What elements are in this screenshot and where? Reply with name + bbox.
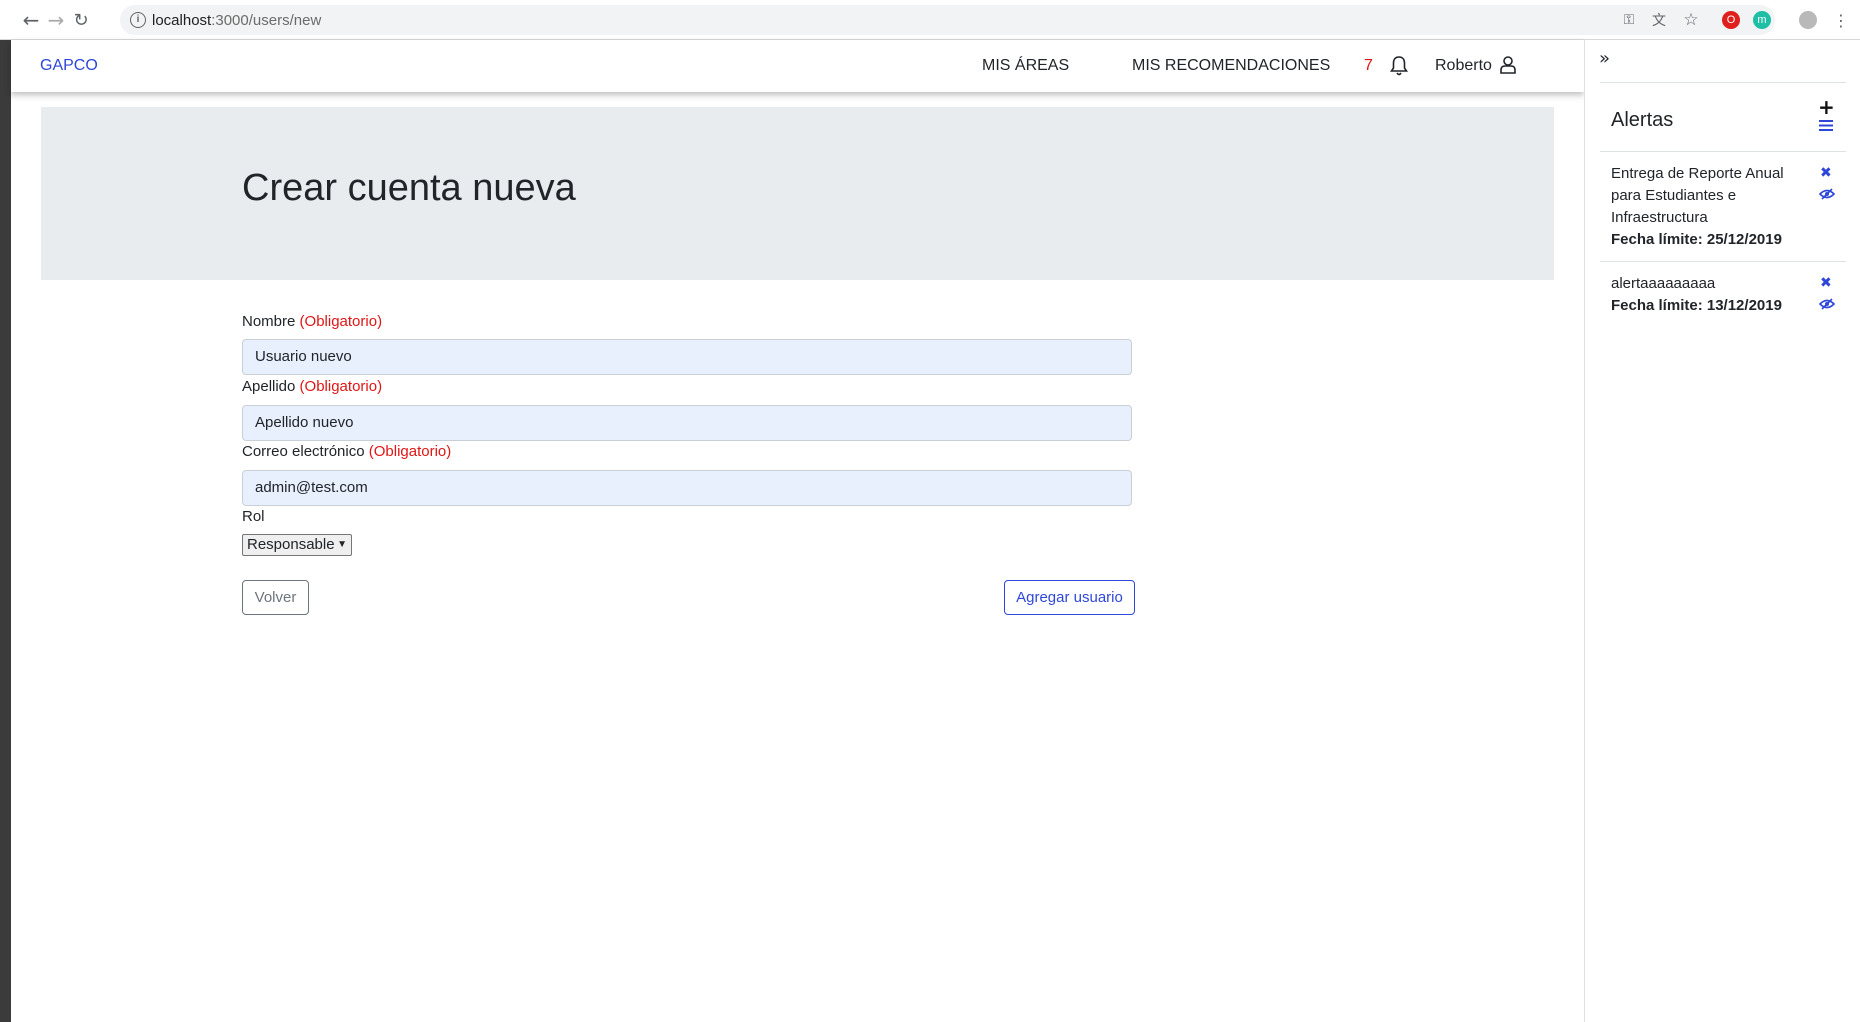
list-icon[interactable] <box>1819 119 1833 132</box>
reload-icon[interactable]: ↻ <box>70 9 92 31</box>
page-title: Crear cuenta nueva <box>242 167 576 209</box>
notification-count[interactable]: 7 <box>1364 57 1373 75</box>
alert-item: alertaaaaaaaaa Fecha límite: 13/12/2019 <box>1611 273 1787 317</box>
alert-text: alertaaaaaaaaa <box>1611 275 1716 292</box>
alert-item: Entrega de Reporte Anual para Estudiante… <box>1611 163 1787 251</box>
address-url[interactable]: localhost:3000/users/new <box>152 12 321 29</box>
add-user-button[interactable]: Agregar usuario <box>1004 580 1135 615</box>
alerts-title: Alertas <box>1611 109 1674 131</box>
user-icon[interactable] <box>1499 55 1517 75</box>
divider <box>1600 82 1846 83</box>
alert-due-date: Fecha límite: 25/12/2019 <box>1611 231 1782 248</box>
nombre-input[interactable]: Usuario nuevo <box>242 339 1132 375</box>
address-bar[interactable]: i localhost:3000/users/new <box>120 5 1775 35</box>
desktop-edge <box>0 0 11 1022</box>
app-navbar: GAPCO MIS ÁREAS MIS RECOMENDACIONES 7 Ro… <box>11 40 1584 92</box>
page-header: Crear cuenta nueva <box>41 107 1554 280</box>
user-menu-link[interactable]: Roberto <box>1435 57 1492 75</box>
browser-toolbar: ← → ↻ i localhost:3000/users/new ⚿ 文 ☆ O… <box>0 0 1860 40</box>
eye-slash-icon[interactable] <box>1819 188 1835 200</box>
nombre-label: Nombre (Obligatorio) <box>242 313 383 330</box>
translate-icon[interactable]: 文 <box>1648 9 1670 31</box>
bell-icon[interactable] <box>1389 55 1409 77</box>
nav-mis-areas[interactable]: MIS ÁREAS <box>982 57 1069 75</box>
brand-link[interactable]: GAPCO <box>40 57 98 75</box>
bookmark-star-icon[interactable]: ☆ <box>1680 9 1702 31</box>
email-input[interactable]: admin@test.com <box>242 470 1132 506</box>
page: ← → ↻ i localhost:3000/users/new ⚿ 文 ☆ O… <box>0 0 1860 1022</box>
dismiss-x-icon[interactable]: ✖ <box>1820 275 1832 291</box>
apellido-label: Apellido (Obligatorio) <box>242 378 383 395</box>
role-select[interactable]: Responsable ▼ <box>242 534 352 556</box>
divider <box>1600 261 1846 262</box>
menu-kebab-icon[interactable]: ⋮ <box>1830 9 1852 31</box>
alert-due-date: Fecha límite: 13/12/2019 <box>1611 297 1782 314</box>
add-alert-plus-icon[interactable]: + <box>1818 95 1835 119</box>
alert-text: Entrega de Reporte Anual para Estudiante… <box>1611 165 1784 226</box>
chevron-down-icon: ▼ <box>337 539 347 550</box>
back-button[interactable]: Volver <box>242 580 309 615</box>
profile-avatar-icon[interactable] <box>1799 11 1817 29</box>
opera-extension-icon[interactable]: O <box>1722 11 1740 29</box>
key-icon[interactable]: ⚿ <box>1618 9 1640 31</box>
info-icon[interactable]: i <box>130 12 146 28</box>
email-label: Correo electrónico (Obligatorio) <box>242 443 452 460</box>
alerts-sidebar: » Alertas + Entrega de Reporte Anual par… <box>1584 40 1860 1022</box>
nav-mis-recomendaciones[interactable]: MIS RECOMENDACIONES <box>1132 57 1330 75</box>
eye-slash-icon[interactable] <box>1819 298 1835 310</box>
apellido-input[interactable]: Apellido nuevo <box>242 405 1132 441</box>
collapse-double-chevron-icon[interactable]: » <box>1599 48 1610 69</box>
rol-label: Rol <box>242 508 265 525</box>
back-arrow-icon[interactable]: ← <box>20 8 42 32</box>
role-select-value: Responsable <box>247 536 335 553</box>
divider <box>1600 151 1846 152</box>
forward-arrow-icon[interactable]: → <box>45 8 67 32</box>
dismiss-x-icon[interactable]: ✖ <box>1820 165 1832 181</box>
m-extension-icon[interactable]: m <box>1753 11 1771 29</box>
